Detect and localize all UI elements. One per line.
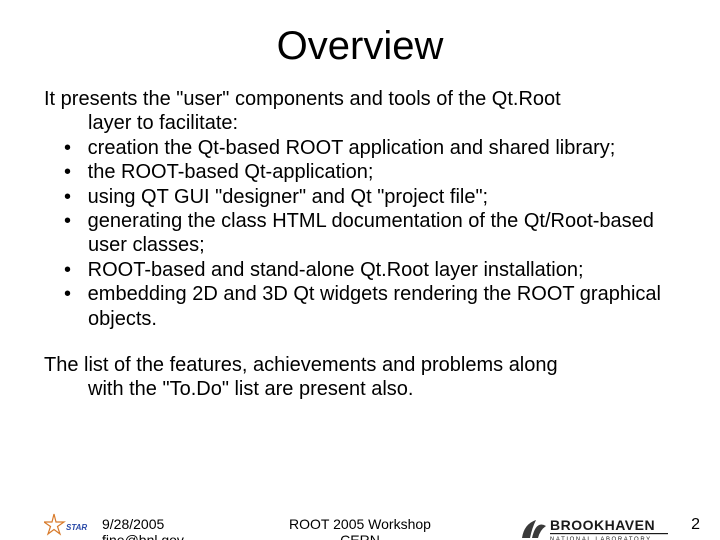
bullet-item: creation the Qt-based ROOT application a… <box>44 136 676 160</box>
bullet-item: the ROOT-based Qt-application; <box>44 160 676 184</box>
intro-line-1: It presents the "user" components and to… <box>44 88 561 110</box>
closing-line-2: with the "To.Do" list are present also. <box>44 377 676 401</box>
bullet-list: creation the Qt-based ROOT application a… <box>44 136 676 331</box>
closing-line-1: The list of the features, achievements a… <box>44 354 558 376</box>
page-number: 2 <box>691 516 700 534</box>
closing-paragraph: The list of the features, achievements a… <box>44 353 676 402</box>
bullet-item: embedding 2D and 3D Qt widgets rendering… <box>44 282 676 331</box>
slide: Overview It presents the "user" componen… <box>0 24 720 540</box>
bullet-item: using QT GUI "designer" and Qt "project … <box>44 185 676 209</box>
slide-footer: STAR 9/28/2005 fine@bnl.gov ROOT 2005 Wo… <box>0 506 720 540</box>
slide-title: Overview <box>0 24 720 69</box>
slide-body: It presents the "user" components and to… <box>0 87 720 402</box>
brookhaven-logo-icon: BROOKHAVEN NATIONAL LABORATORY <box>520 514 670 540</box>
intro-paragraph: It presents the "user" components and to… <box>44 87 676 136</box>
bnl-logo-top: BROOKHAVEN <box>550 517 655 533</box>
bullet-item: generating the class HTML documentation … <box>44 209 676 258</box>
intro-line-2: layer to facilitate: <box>44 111 676 135</box>
bullet-item: ROOT-based and stand-alone Qt.Root layer… <box>44 258 676 282</box>
